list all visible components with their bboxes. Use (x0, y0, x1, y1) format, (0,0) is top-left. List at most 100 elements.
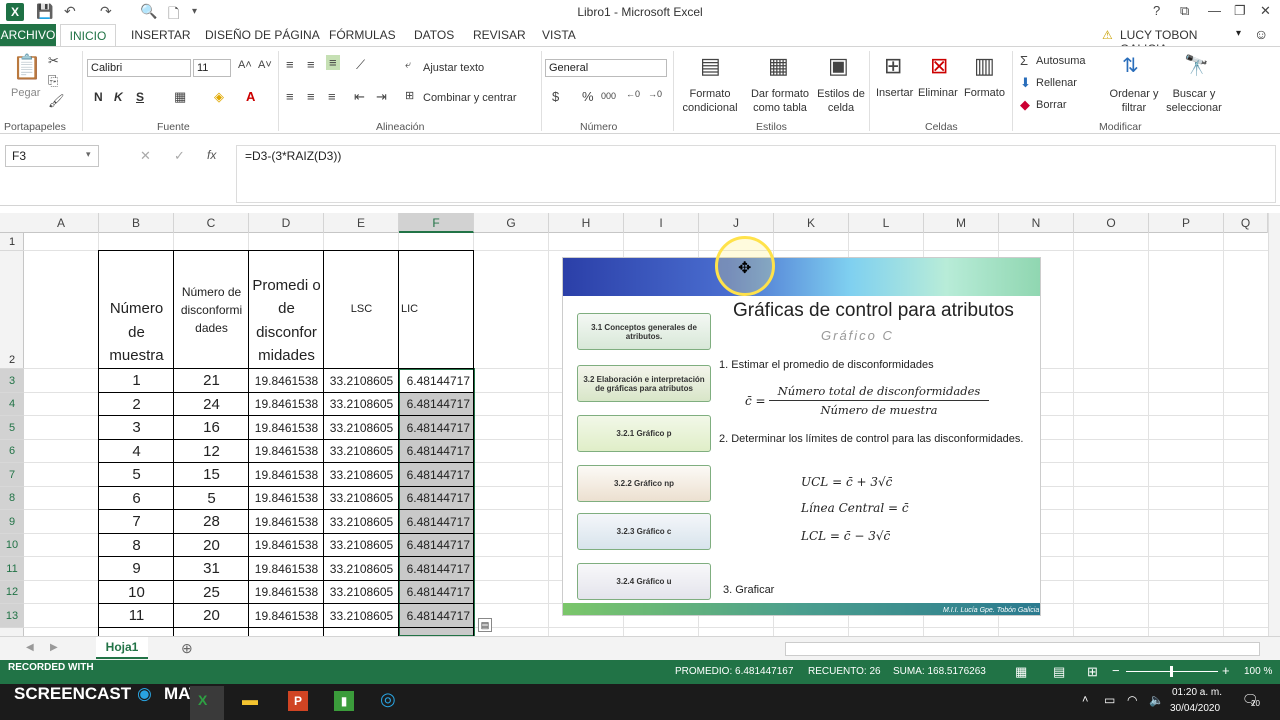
page-layout-icon[interactable]: ▤ (1053, 664, 1065, 680)
minimize-button[interactable]: — (1208, 3, 1221, 18)
insert-cells-icon[interactable]: ⊞ (884, 53, 902, 79)
column-header-p[interactable]: P (1149, 213, 1224, 233)
row-header-13[interactable]: 13 (0, 604, 24, 628)
clock-time[interactable]: 01:20 a. m. (1172, 687, 1222, 698)
formula-input[interactable]: =D3-(3*RAIZ(D3)) (236, 145, 1276, 203)
add-sheet-icon[interactable]: ⊕ (181, 640, 193, 657)
decrease-indent-icon[interactable]: ⇤ (354, 89, 365, 105)
cell-d9[interactable]: 19.8461538 (249, 510, 324, 534)
row-header-2[interactable]: 2 (0, 251, 24, 369)
row-header-1[interactable]: 1 (0, 233, 24, 251)
find-select-icon[interactable]: 🔭 (1184, 53, 1209, 78)
cell-e8[interactable]: 33.2108605 (324, 487, 399, 510)
column-header-c[interactable]: C (174, 213, 249, 233)
enter-icon[interactable]: ✓ (174, 148, 185, 164)
paste-label[interactable]: Pegar (11, 87, 40, 99)
cell-b4[interactable]: 2 (99, 393, 174, 416)
autosum-button[interactable]: Autosuma (1036, 55, 1086, 67)
increase-decimal-icon[interactable]: ←0 (626, 89, 640, 99)
next-sheet-icon[interactable]: ▶ (50, 642, 58, 653)
row-header-5[interactable]: 5 (0, 416, 24, 440)
delete-cells-button[interactable]: Eliminar (918, 87, 958, 99)
cell-c6[interactable]: 12 (174, 440, 249, 463)
zoom-level[interactable]: 100 % (1244, 666, 1272, 677)
borders-icon[interactable]: ▦ (174, 89, 186, 105)
horizontal-scrollbar[interactable] (785, 642, 1260, 656)
column-header-n[interactable]: N (999, 213, 1074, 233)
cell-d6[interactable]: 19.8461538 (249, 440, 324, 463)
cell-d12[interactable]: 19.8461538 (249, 581, 324, 604)
cell-b8[interactable]: 6 (99, 487, 174, 510)
cell-f6[interactable]: 6.48144717 (399, 440, 474, 463)
header-promedio[interactable]: Promedi o de disconfor midades (249, 251, 324, 369)
row-header-11[interactable]: 11 (0, 557, 24, 581)
cell-b12[interactable]: 10 (99, 581, 174, 604)
quick-analysis-icon[interactable]: ▤ (478, 618, 492, 632)
wrap-text-button[interactable]: Ajustar texto (423, 62, 484, 74)
ribbon-display-icon[interactable]: ⧉ (1180, 3, 1189, 19)
insert-cells-button[interactable]: Insertar (876, 87, 913, 99)
column-header-j[interactable]: J (699, 213, 774, 233)
cell-b5[interactable]: 3 (99, 416, 174, 440)
align-bottom-icon[interactable]: ≡ (326, 55, 340, 70)
font-name-select[interactable]: Calibri (87, 59, 191, 77)
row-header-8[interactable]: 8 (0, 487, 24, 510)
cell-b11[interactable]: 9 (99, 557, 174, 581)
cell-e7[interactable]: 33.2108605 (324, 463, 399, 487)
tab-inicio[interactable]: INICIO (60, 24, 116, 47)
file-explorer-icon[interactable]: ▬ (242, 692, 258, 710)
cell-e12[interactable]: 33.2108605 (324, 581, 399, 604)
cell-e5[interactable]: 33.2108605 (324, 416, 399, 440)
cell-c4[interactable]: 24 (174, 393, 249, 416)
table-format-icon[interactable]: ▦ (768, 53, 789, 79)
embedded-slide-image[interactable]: M.I.I. Lucía Gpe. Tobón Galicia Gráficas… (562, 257, 1041, 616)
cell-d8[interactable]: 19.8461538 (249, 487, 324, 510)
cell-c7[interactable]: 15 (174, 463, 249, 487)
column-header-b[interactable]: B (99, 213, 174, 233)
column-header-e[interactable]: E (324, 213, 399, 233)
vertical-scrollbar[interactable] (1268, 213, 1280, 636)
format-painter-icon[interactable]: 🖌 (48, 93, 65, 109)
cell-c11[interactable]: 31 (174, 557, 249, 581)
zoom-slider-thumb[interactable] (1170, 666, 1173, 677)
autosum-icon[interactable]: Σ (1020, 53, 1028, 68)
conditional-format-icon[interactable]: ▤ (700, 53, 721, 79)
cell-d13[interactable]: 19.8461538 (249, 604, 324, 628)
screencast-taskbar-icon[interactable]: ◎ (380, 689, 396, 710)
normal-view-icon[interactable]: ▦ (1015, 664, 1027, 680)
cell-e9[interactable]: 33.2108605 (324, 510, 399, 534)
column-header-o[interactable]: O (1074, 213, 1149, 233)
column-header-m[interactable]: M (924, 213, 999, 233)
restore-button[interactable]: ❐ (1234, 3, 1246, 19)
row-header-10[interactable]: 10 (0, 534, 24, 557)
cell-f10[interactable]: 6.48144717 (399, 534, 474, 557)
cell-e4[interactable]: 33.2108605 (324, 393, 399, 416)
row-header-12[interactable]: 12 (0, 581, 24, 604)
shrink-font-icon[interactable]: A˅ (258, 59, 272, 71)
merge-icon[interactable]: ⊞ (405, 89, 414, 102)
cell-f11[interactable]: 6.48144717 (399, 557, 474, 581)
underline-button[interactable]: S (136, 90, 144, 104)
orientation-icon[interactable]: ⟋ (356, 57, 365, 73)
cell-e11[interactable]: 33.2108605 (324, 557, 399, 581)
sort-filter-button[interactable]: Ordenar y filtrar (1106, 87, 1162, 115)
excel-taskbar-icon[interactable]: X (198, 692, 207, 708)
cancel-icon[interactable]: ✕ (140, 148, 151, 164)
align-right-icon[interactable]: ≡ (328, 89, 336, 104)
cell-e13[interactable]: 33.2108605 (324, 604, 399, 628)
close-button[interactable]: ✕ (1260, 3, 1271, 19)
header-numero-muestra[interactable]: Número de muestra (99, 251, 174, 369)
cell-b7[interactable]: 5 (99, 463, 174, 487)
column-header-d[interactable]: D (249, 213, 324, 233)
row-header-7[interactable]: 7 (0, 463, 24, 487)
column-header-i[interactable]: I (624, 213, 699, 233)
sort-filter-icon[interactable]: ⇅ (1122, 53, 1139, 78)
page-break-icon[interactable]: ⊞ (1087, 664, 1098, 680)
insert-function-icon[interactable]: fx (207, 148, 216, 162)
tab-formulas[interactable]: FÓRMULAS (329, 28, 396, 42)
user-dropdown-icon[interactable]: ▾ (1236, 28, 1241, 39)
row-header-9[interactable]: 9 (0, 510, 24, 534)
clear-icon[interactable]: ◆ (1020, 97, 1030, 113)
row-header-6[interactable]: 6 (0, 440, 24, 463)
chart-app-icon[interactable]: ▮ (334, 691, 354, 711)
